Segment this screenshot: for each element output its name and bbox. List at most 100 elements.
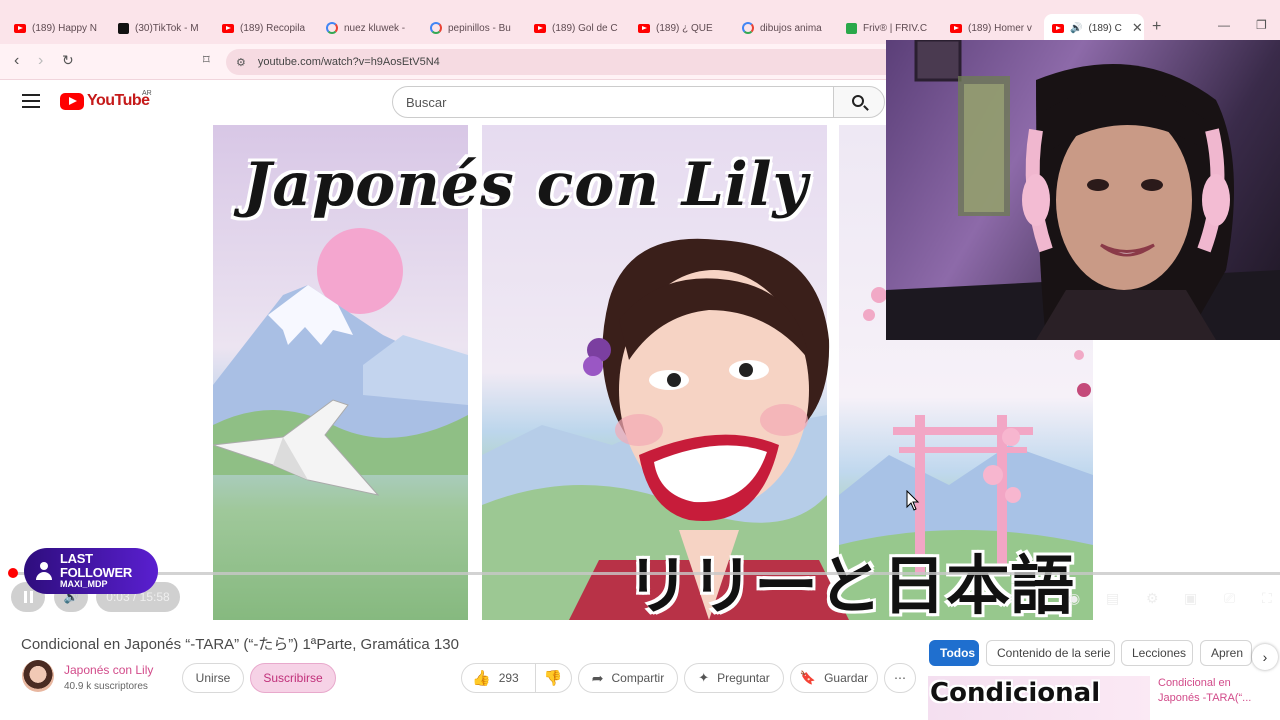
- like-icon[interactable]: 👍: [472, 669, 491, 687]
- video-title: Condicional en Japonés “-TARA” (“-たら”) 1…: [21, 636, 459, 653]
- autoplay-toggle[interactable]: ◉: [1068, 590, 1088, 606]
- new-tab-button[interactable]: +: [1152, 18, 1161, 36]
- more-actions-button[interactable]: ⋯: [884, 663, 916, 693]
- site-settings-icon[interactable]: ⚙: [236, 56, 246, 69]
- search-placeholder: Buscar: [406, 94, 447, 110]
- country-code: AR: [142, 90, 152, 97]
- screen: (189) Happy N (30)TikTok - M (189) Recop…: [0, 0, 1280, 720]
- progress-bar[interactable]: [13, 572, 1280, 575]
- subscriber-count: 40.9 k suscriptores: [64, 681, 148, 692]
- chip-label: Lecciones: [1132, 646, 1187, 660]
- youtube-logo[interactable]: YouTube AR: [60, 90, 152, 110]
- join-label: Unirse: [195, 671, 231, 685]
- video-overlay-japanese: リリーと日本語: [626, 550, 1074, 620]
- browser-tab[interactable]: (189) Homer v: [942, 14, 1042, 42]
- browser-tab[interactable]: Friv® | FRIV.C: [838, 14, 938, 42]
- back-button[interactable]: ‹: [14, 52, 19, 70]
- join-button[interactable]: Unirse: [182, 663, 244, 693]
- subtitles-icon[interactable]: ▤: [1106, 590, 1126, 606]
- friv-icon: [846, 22, 857, 34]
- subscribe-label: Suscribirse: [263, 671, 323, 685]
- fullscreen-icon[interactable]: ⛶: [1262, 590, 1280, 606]
- menu-icon[interactable]: [22, 94, 40, 108]
- chip-series-content[interactable]: Contenido de la serie: [986, 640, 1115, 666]
- tab-label: Friv® | FRIV.C: [863, 22, 928, 34]
- tab-label: (189) Homer v: [968, 22, 1032, 34]
- tiktok-icon: [118, 22, 129, 34]
- tab-label: (189) Happy N: [32, 22, 98, 34]
- follower-heading: LAST FOLLOWER: [59, 550, 132, 581]
- last-follower-overlay: LAST FOLLOWER MAXI_MDP: [24, 548, 158, 594]
- chip-label: Apren: [1211, 646, 1244, 660]
- like-count[interactable]: 293: [499, 671, 519, 685]
- browser-tab[interactable]: (189) Gol de C: [526, 14, 626, 42]
- pause-icon: [23, 591, 33, 603]
- streamer-webcam-image: [886, 40, 1280, 340]
- chip-lessons[interactable]: Lecciones: [1121, 640, 1193, 666]
- google-icon: [326, 22, 338, 34]
- tab-label: pepinillos - Bu: [448, 22, 511, 34]
- google-icon: [742, 22, 754, 34]
- browser-tab[interactable]: nuez kluwek -: [318, 14, 418, 42]
- sparkle-icon: ✦: [698, 670, 710, 685]
- browser-tab[interactable]: (30)TikTok - M: [110, 14, 210, 42]
- dislike-icon[interactable]: 👎: [544, 669, 563, 687]
- bookmark-icon[interactable]: ⌑: [203, 52, 210, 68]
- close-tab-icon[interactable]: ✕: [1132, 20, 1143, 36]
- chip-learn[interactable]: Apren: [1200, 640, 1252, 666]
- chevron-right-icon: ›: [1262, 649, 1268, 665]
- google-icon: [430, 22, 442, 34]
- related-video-title[interactable]: Condicional en Japonés -TARA(“...: [1158, 676, 1268, 706]
- search-button[interactable]: [833, 86, 885, 118]
- youtube-icon: [14, 23, 26, 33]
- mouse-cursor-icon: [906, 490, 920, 511]
- youtube-icon: [222, 23, 234, 33]
- address-bar[interactable]: ⚙ youtube.com/watch?v=h9AosEtV5N4: [226, 49, 926, 75]
- like-dislike-group: 👍 293 👎: [461, 663, 572, 693]
- youtube-icon: [1052, 23, 1064, 33]
- cast-icon[interactable]: ⎚: [1224, 590, 1244, 606]
- browser-tab[interactable]: pepinillos - Bu: [422, 14, 522, 42]
- tab-strip: (189) Happy N (30)TikTok - M (189) Recop…: [0, 0, 1280, 44]
- url-text: youtube.com/watch?v=h9AosEtV5N4: [257, 56, 440, 68]
- channel-name[interactable]: Japonés con Lily: [64, 663, 153, 677]
- channel-avatar[interactable]: [22, 660, 54, 692]
- ask-label: Preguntar: [717, 671, 770, 685]
- video-overlay-title: Japonés con Lily: [243, 150, 809, 220]
- reload-button[interactable]: ↻: [62, 52, 74, 69]
- related-video-thumbnail[interactable]: Condicional: [928, 676, 1150, 720]
- tab-label: (189) Gol de C: [552, 22, 618, 34]
- progress-scrubber[interactable]: [8, 568, 18, 578]
- follower-name: MAXI_MDP: [59, 579, 108, 590]
- divider: [534, 663, 536, 693]
- add-person-icon: [34, 562, 54, 580]
- tab-label: (30)TikTok - M: [135, 22, 199, 34]
- browser-tab[interactable]: (189) Recopila: [214, 14, 314, 42]
- minimize-button[interactable]: —: [1218, 18, 1230, 32]
- search-input[interactable]: Buscar: [392, 86, 834, 118]
- ask-button[interactable]: ✦ Preguntar: [684, 663, 784, 693]
- youtube-icon: [638, 23, 650, 33]
- youtube-play-icon: [60, 92, 84, 110]
- settings-icon[interactable]: ⚙: [1146, 590, 1166, 606]
- save-button[interactable]: 🔖 Guardar: [790, 663, 878, 693]
- save-icon: 🔖: [799, 670, 817, 685]
- youtube-icon: [534, 23, 546, 33]
- share-button[interactable]: ➦ Compartir: [578, 663, 678, 693]
- browser-tab-active[interactable]: 🔊 (189) C ✕: [1044, 14, 1144, 42]
- search-icon: [852, 95, 864, 107]
- miniplayer-icon[interactable]: ▣: [1184, 590, 1204, 606]
- speaker-icon: 🔊: [1070, 22, 1083, 34]
- subscribe-button[interactable]: Suscribirse: [250, 663, 336, 693]
- more-icon: ⋯: [894, 671, 906, 685]
- forward-button[interactable]: ›: [38, 52, 43, 70]
- browser-tab[interactable]: (189) ¿ QUE: [630, 14, 730, 42]
- browser-tab[interactable]: dibujos anima: [734, 14, 834, 42]
- chip-all[interactable]: Todos: [929, 640, 979, 666]
- maximize-button[interactable]: ❐: [1256, 18, 1267, 32]
- share-icon: ➦: [591, 669, 604, 686]
- chips-next-button[interactable]: ›: [1252, 644, 1278, 670]
- tab-label: (189) Recopila: [240, 22, 306, 34]
- browser-tab[interactable]: (189) Happy N: [6, 14, 106, 42]
- tab-label: (189) ¿ QUE: [656, 22, 713, 34]
